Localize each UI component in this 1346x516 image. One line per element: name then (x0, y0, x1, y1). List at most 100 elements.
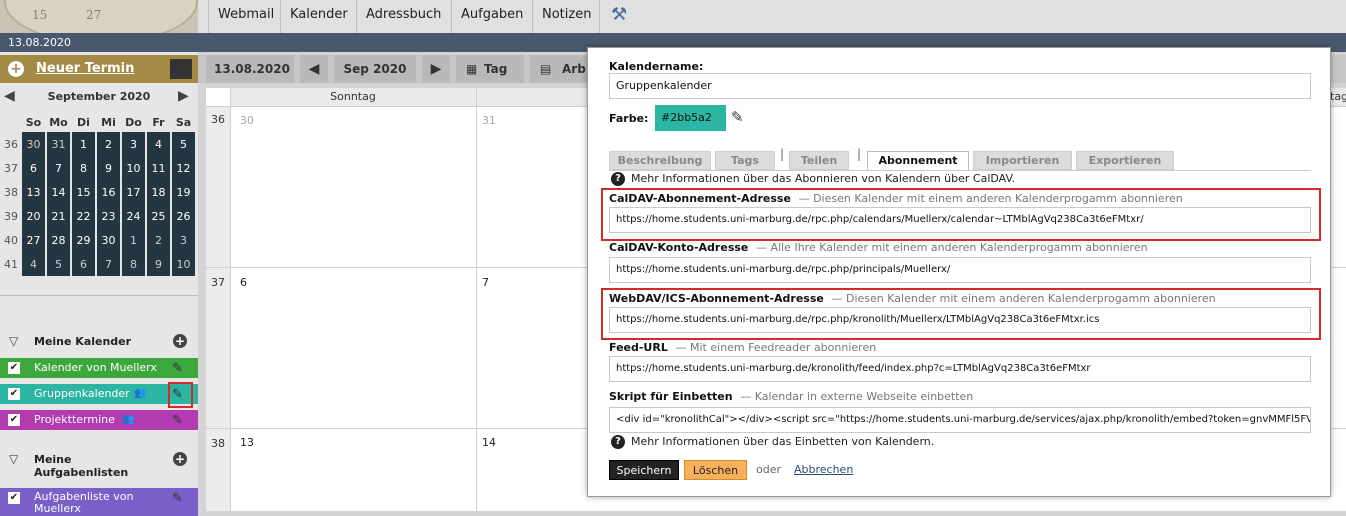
menu-adressbuch[interactable]: Adressbuch (366, 7, 441, 22)
delete-button[interactable]: Löschen (684, 460, 747, 480)
caldav-account-url[interactable]: https://home.students.uni-marburg.de/rpc… (609, 257, 1311, 283)
week-number[interactable]: 37 (206, 268, 230, 428)
mini-day-cell[interactable]: 2 (147, 228, 170, 252)
mini-day-cell[interactable]: 16 (97, 180, 120, 204)
mini-day-cell[interactable]: 10 (122, 156, 145, 180)
help-icon[interactable]: ? (611, 435, 625, 449)
menu-notizen[interactable]: Notizen (542, 7, 591, 22)
new-event-button[interactable]: + Neuer Termin (0, 55, 198, 83)
mini-day-cell[interactable]: 6 (22, 156, 45, 180)
mini-day-cell[interactable]: 22 (72, 204, 95, 228)
tab-teilen[interactable]: Teilen (789, 151, 849, 170)
mini-day-cell[interactable]: 5 (47, 252, 70, 276)
mini-day-cell[interactable]: 7 (47, 156, 70, 180)
day-cell[interactable]: 13 (240, 436, 254, 449)
mini-day-cell[interactable]: 26 (172, 204, 195, 228)
checkbox-icon[interactable]: ✔ (8, 362, 20, 374)
week-number[interactable]: 36 (206, 107, 230, 267)
prev-arrow-icon[interactable]: ◀ (300, 55, 328, 83)
mini-day-cell[interactable]: 8 (122, 252, 145, 276)
tab-tags[interactable]: Tags (715, 151, 775, 170)
help-icon[interactable]: ? (611, 172, 625, 186)
mini-day-cell[interactable]: 23 (97, 204, 120, 228)
mini-week-number[interactable]: 39 (0, 204, 22, 228)
mini-day-cell[interactable]: 18 (147, 180, 170, 204)
checkbox-icon[interactable]: ✔ (8, 388, 20, 400)
mini-day-cell[interactable]: 20 (22, 204, 45, 228)
menu-webmail[interactable]: Webmail (218, 7, 274, 22)
mini-day-cell[interactable]: 14 (47, 180, 70, 204)
mini-day-cell[interactable]: 29 (72, 228, 95, 252)
feed-url-input[interactable]: https://home.students.uni-marburg.de/kro… (609, 356, 1311, 382)
mini-day-cell[interactable]: 9 (97, 156, 120, 180)
calendar-item-projekttermine[interactable]: ✔ Projekttermine 👥 ✎ (0, 410, 198, 430)
mini-day-cell[interactable]: 7 (97, 252, 120, 276)
mini-day-cell[interactable]: 10 (172, 252, 195, 276)
day-cell[interactable]: 14 (482, 436, 496, 449)
tab-abonnement[interactable]: Abonnement (867, 151, 969, 171)
embed-script-input[interactable]: <div id="kronolithCal"></div><script src… (609, 407, 1311, 433)
mini-day-cell[interactable]: 11 (147, 156, 170, 180)
mini-day-cell[interactable]: 3 (122, 132, 145, 156)
view-day-button[interactable]: ▦ Tag (456, 55, 524, 83)
add-tasklist-icon[interactable]: + (173, 452, 187, 466)
day-cell[interactable]: 6 (240, 276, 247, 289)
mini-week-number[interactable]: 36 (0, 132, 22, 156)
mini-day-cell[interactable]: 30 (22, 132, 45, 156)
next-arrow-icon[interactable]: ▶ (422, 55, 450, 83)
mini-day-cell[interactable]: 9 (147, 252, 170, 276)
mini-week-number[interactable]: 38 (0, 180, 22, 204)
calendar-icon[interactable] (170, 59, 192, 79)
mini-day-cell[interactable]: 1 (72, 132, 95, 156)
pencil-icon[interactable]: ✎ (172, 489, 183, 509)
next-month-arrow-icon[interactable]: ▶ (178, 88, 189, 104)
pencil-icon[interactable]: ✎ (172, 359, 183, 379)
mini-day-cell[interactable]: 4 (22, 252, 45, 276)
mini-day-cell[interactable]: 25 (147, 204, 170, 228)
mini-day-cell[interactable]: 6 (72, 252, 95, 276)
view-workweek-button[interactable]: ▤ Arb (530, 55, 590, 83)
mini-day-cell[interactable]: 27 (22, 228, 45, 252)
mini-day-cell[interactable]: 3 (172, 228, 195, 252)
tab-importieren[interactable]: Importieren (973, 151, 1072, 170)
mini-day-cell[interactable]: 13 (22, 180, 45, 204)
day-cell[interactable]: 7 (482, 276, 489, 289)
checkbox-icon[interactable]: ✔ (8, 414, 20, 426)
calendar-item-muellerx[interactable]: ✔ Kalender von Muellerx ✎ (0, 358, 198, 378)
pencil-icon[interactable]: ✎ (172, 411, 183, 431)
collapse-triangle-icon[interactable]: ▽ (9, 334, 18, 348)
mini-week-number[interactable]: 37 (0, 156, 22, 180)
color-picker-icon[interactable]: ✎ (731, 108, 744, 126)
add-calendar-icon[interactable]: + (173, 334, 187, 348)
caldav-subscription-url[interactable]: https://home.students.uni-marburg.de/rpc… (609, 207, 1311, 233)
calname-input[interactable]: Gruppenkalender (609, 73, 1311, 99)
mini-day-cell[interactable]: 31 (47, 132, 70, 156)
tab-beschreibung[interactable]: Beschreibung (609, 151, 711, 170)
mini-day-cell[interactable]: 17 (122, 180, 145, 204)
mini-day-cell[interactable]: 5 (172, 132, 195, 156)
menu-kalender[interactable]: Kalender (290, 7, 348, 22)
menu-aufgaben[interactable]: Aufgaben (461, 7, 523, 22)
mini-day-cell[interactable]: 12 (172, 156, 195, 180)
cancel-link[interactable]: Abbrechen (794, 463, 853, 476)
week-number[interactable]: 38 (206, 429, 230, 511)
navbar-month[interactable]: Sep 2020 (334, 55, 416, 83)
tools-icon[interactable]: ⚒ (611, 4, 627, 25)
mini-day-cell[interactable]: 21 (47, 204, 70, 228)
mini-week-number[interactable]: 40 (0, 228, 22, 252)
mini-day-cell[interactable]: 8 (72, 156, 95, 180)
mini-day-cell[interactable]: 24 (122, 204, 145, 228)
mini-week-number[interactable]: 41 (0, 252, 22, 276)
color-input[interactable]: #2bb5a2 (655, 105, 726, 131)
mini-day-cell[interactable]: 4 (147, 132, 170, 156)
navbar-date[interactable]: 13.08.2020 (206, 55, 294, 83)
mini-day-cell[interactable]: 30 (97, 228, 120, 252)
tasklist-item[interactable]: ✔ Aufgabenliste von Muellerx ✎ (0, 488, 198, 516)
mini-day-cell[interactable]: 2 (97, 132, 120, 156)
checkbox-icon[interactable]: ✔ (8, 492, 20, 504)
save-button[interactable]: Speichern (609, 460, 679, 480)
mini-day-cell[interactable]: 28 (47, 228, 70, 252)
collapse-triangle-icon[interactable]: ▽ (9, 452, 18, 466)
day-cell[interactable]: 31 (482, 114, 496, 127)
tab-exportieren[interactable]: Exportieren (1076, 151, 1174, 170)
